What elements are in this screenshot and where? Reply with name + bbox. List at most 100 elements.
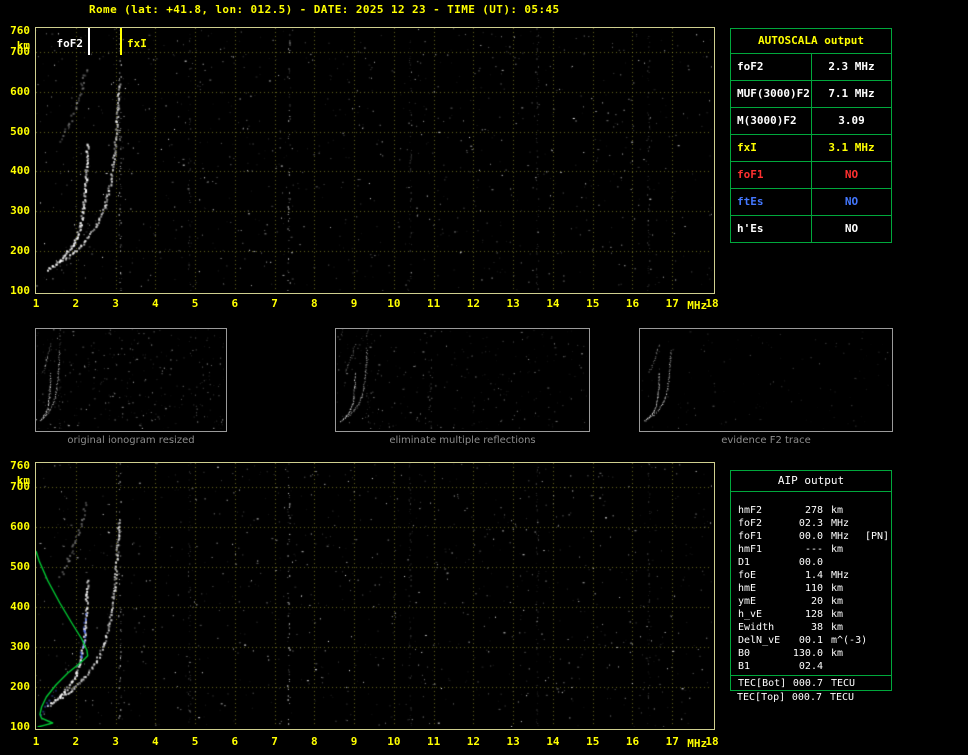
autoscala-param-label: h'Es bbox=[731, 216, 812, 242]
aip-param-unit: km bbox=[831, 505, 844, 516]
aip-param-label: TEC[Top] bbox=[737, 692, 786, 703]
aip-param-value: 1.4 bbox=[804, 570, 823, 581]
aip-param-value: 000.7 bbox=[791, 692, 822, 703]
y-tick-label: 200 bbox=[10, 244, 30, 258]
aip-param-label: hmE bbox=[738, 583, 757, 594]
aip-row: Ewidth 38 km bbox=[731, 621, 891, 634]
x-tick-label: 13 bbox=[506, 297, 520, 310]
x-tick-label: 1 bbox=[32, 735, 40, 748]
aip-row: TEC[Bot] 000.7 TECU bbox=[731, 677, 891, 690]
aip-param-note bbox=[865, 660, 891, 673]
aip-row: TEC[Top] 000.7 TECU bbox=[730, 691, 890, 704]
ionogram-top-x-axis: 1 2 3 4 5 6 7 8 9 10 11 12 13 14 15 16 17 18 MHz bbox=[33, 295, 726, 312]
x-tick-label: 8 bbox=[311, 735, 318, 748]
aip-param-note bbox=[865, 543, 891, 556]
aip-param-label: foE bbox=[738, 570, 757, 581]
x-tick-label: 3 bbox=[112, 735, 119, 748]
x-tick-label: 14 bbox=[546, 297, 560, 310]
aip-tec-bot-row: TEC[Bot] 000.7 TECU bbox=[731, 675, 891, 690]
y-tick-label: 100 bbox=[10, 720, 30, 733]
x-tick-label: 2 bbox=[72, 735, 80, 748]
x-tick-label: 10 bbox=[387, 297, 401, 310]
x-tick-label: 15 bbox=[586, 297, 600, 310]
x-tick-label: 8 bbox=[311, 297, 318, 310]
thumbnail-original-ionogram bbox=[35, 328, 227, 432]
aip-param-label: TEC[Bot] bbox=[738, 678, 787, 689]
autoscala-screen: Rome (lat: +41.8, lon: 012.5) - DATE: 20… bbox=[0, 0, 968, 755]
aip-param-note bbox=[865, 677, 891, 690]
aip-row: DelN_vE 00.1 m^(-3) bbox=[731, 634, 891, 647]
autoscala-param-value: 3.09 bbox=[838, 114, 865, 127]
aip-row: foF1 00.0 MHz [PN] bbox=[731, 530, 891, 543]
aip-tec-top-row: TEC[Top] 000.7 TECU bbox=[730, 691, 890, 704]
y-tick-label: 500 bbox=[10, 124, 30, 138]
aip-param-label: foF2 bbox=[738, 518, 763, 529]
aip-param-note: [PN] bbox=[865, 531, 890, 542]
y-tick-label: 600 bbox=[10, 84, 30, 98]
page-title: Rome (lat: +41.8, lon: 012.5) - DATE: 20… bbox=[89, 3, 560, 16]
ionogram-top-y-axis: 760 700 600 500 400 300 200 100 km bbox=[0, 24, 33, 297]
aip-row: foE 1.4 MHz bbox=[731, 569, 891, 582]
x-tick-label: 11 bbox=[427, 297, 441, 310]
aip-param-unit bbox=[823, 556, 865, 569]
fxi-marker-line bbox=[120, 28, 122, 55]
aip-param-unit: MHz bbox=[831, 518, 850, 529]
aip-param-label: B1 bbox=[738, 661, 751, 672]
x-tick-label: 14 bbox=[546, 735, 560, 748]
x-tick-label: 9 bbox=[350, 735, 358, 748]
autoscala-param-value: NO bbox=[844, 168, 859, 181]
aip-param-label: hmF1 bbox=[738, 544, 763, 555]
aip-param-unit: km bbox=[831, 596, 844, 607]
aip-row: foF2 02.3 MHz bbox=[731, 517, 891, 530]
autoscala-row: h'Es NO bbox=[731, 215, 891, 242]
aip-param-label: Ewidth bbox=[738, 622, 775, 633]
aip-param-label: hmF2 bbox=[738, 505, 763, 516]
thumbnail-caption-original: original ionogram resized bbox=[67, 435, 195, 446]
x-tick-label: 13 bbox=[506, 735, 520, 748]
autoscala-param-label: MUF(3000)F2 bbox=[731, 81, 812, 107]
aip-param-label: B0 bbox=[738, 648, 751, 659]
autoscala-param-value: NO bbox=[844, 222, 859, 235]
autoscala-param-value: 7.1 MHz bbox=[828, 87, 875, 100]
aip-param-unit: km bbox=[831, 648, 844, 659]
aip-param-note bbox=[865, 556, 891, 569]
aip-param-note bbox=[865, 595, 891, 608]
aip-param-value: 20 bbox=[810, 596, 823, 607]
autoscala-param-label: foF2 bbox=[731, 54, 812, 80]
x-axis-unit: MHz bbox=[687, 299, 708, 312]
y-tick-label: 200 bbox=[10, 680, 30, 693]
aip-param-note bbox=[865, 634, 891, 647]
ionogram-bottom-canvas bbox=[36, 463, 712, 727]
ionogram-top-canvas bbox=[36, 28, 712, 291]
aip-param-note bbox=[865, 582, 891, 595]
aip-output-table: AIP output hmF2 278 km foF2 02.3 MHz foF1 00.0 M… bbox=[730, 470, 892, 691]
x-tick-label: 7 bbox=[271, 735, 278, 748]
y-tick-label: 500 bbox=[10, 560, 30, 573]
aip-param-value: 00.0 bbox=[798, 557, 823, 568]
aip-param-value: 02.4 bbox=[798, 661, 823, 672]
thumbnail-original-canvas bbox=[36, 329, 224, 429]
aip-param-unit: km bbox=[831, 609, 844, 620]
aip-param-unit: km bbox=[831, 583, 844, 594]
autoscala-table-rows: foF2 2.3 MHz MUF(3000)F2 7.1 MHz M(3000)F2 3.… bbox=[731, 53, 891, 242]
thumbnail-caption-eliminate: eliminate multiple reflections bbox=[389, 435, 536, 446]
y-axis-unit: km bbox=[16, 474, 30, 487]
x-tick-label: 7 bbox=[271, 297, 278, 310]
aip-param-label: D1 bbox=[738, 557, 751, 568]
y-axis-unit: km bbox=[16, 39, 30, 52]
x-axis-unit: MHz bbox=[687, 737, 708, 750]
aip-param-note bbox=[865, 647, 891, 660]
aip-param-value: 38 bbox=[810, 622, 823, 633]
aip-param-value: 130.0 bbox=[792, 648, 823, 659]
aip-table-header: AIP output bbox=[731, 471, 891, 492]
aip-row: ymE 20 km bbox=[731, 595, 891, 608]
x-tick-label: 5 bbox=[191, 735, 199, 748]
y-tick-label: 300 bbox=[10, 640, 30, 653]
aip-param-unit: m^(-3) bbox=[831, 635, 868, 646]
aip-param-unit: km bbox=[831, 622, 844, 633]
x-tick-label: 15 bbox=[586, 735, 600, 748]
autoscala-param-value: NO bbox=[844, 195, 859, 208]
aip-param-value: 278 bbox=[804, 505, 823, 516]
y-tick-label: 760 bbox=[10, 459, 30, 472]
aip-row: B0 130.0 km bbox=[731, 647, 891, 660]
